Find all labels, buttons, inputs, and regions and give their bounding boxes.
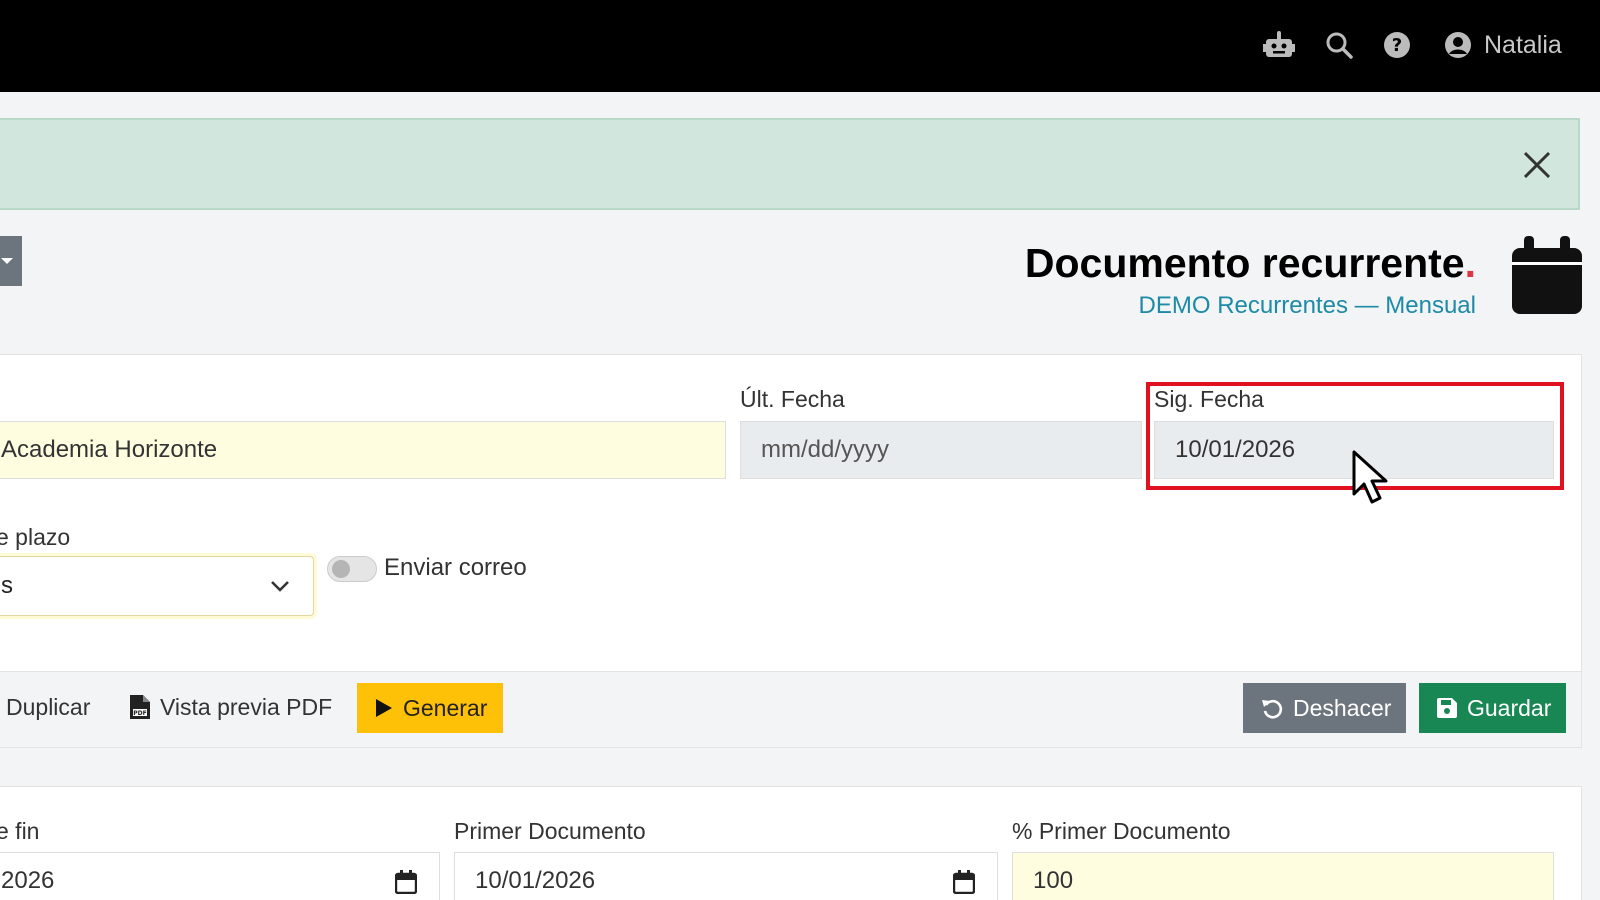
plazo-select-value: s: [1, 572, 13, 599]
page-title: Documento recurrente.: [1024, 240, 1476, 286]
play-icon: [376, 699, 392, 717]
file-pdf-icon: PDF: [130, 695, 150, 719]
top-navbar: ? Natalia: [0, 0, 1600, 92]
user-circle-icon: [1445, 32, 1471, 58]
pct-primer-documento-input[interactable]: 100: [1012, 852, 1554, 900]
calendar-icon: [1512, 236, 1582, 314]
save-icon: [1437, 698, 1457, 718]
user-name: Natalia: [1484, 30, 1562, 59]
fin-label: e fin: [0, 818, 40, 844]
primer-documento-input[interactable]: 10/01/2026: [454, 852, 998, 900]
ult-fecha-input[interactable]: mm/dd/yyyy: [740, 421, 1142, 479]
page-subtitle[interactable]: DEMO Recurrentes — Mensual: [1139, 292, 1476, 320]
plazo-label: e plazo: [0, 524, 71, 550]
plazo-select[interactable]: s: [0, 556, 314, 616]
enviar-correo-label: Enviar correo: [384, 554, 527, 581]
guardar-button[interactable]: Guardar: [1419, 683, 1566, 733]
robot-icon[interactable]: [1262, 28, 1296, 62]
primer-documento-label: Primer Documento: [454, 818, 646, 844]
undo-icon: [1262, 699, 1283, 719]
pct-primer-documento-label: % Primer Documento: [1012, 818, 1231, 844]
deshacer-button[interactable]: Deshacer: [1243, 683, 1406, 733]
mouse-cursor-icon: [1352, 450, 1388, 504]
sidebar-toggle-button[interactable]: [0, 236, 22, 286]
svg-text:?: ?: [1392, 35, 1402, 56]
success-alert: [0, 118, 1580, 210]
duplicar-button[interactable]: Duplicar: [0, 682, 104, 732]
user-menu[interactable]: Natalia: [1444, 26, 1562, 64]
help-icon[interactable]: ?: [1380, 28, 1414, 62]
client-input[interactable]: Academia Horizonte: [0, 421, 726, 479]
enviar-correo-toggle[interactable]: [327, 556, 377, 582]
close-icon[interactable]: [1518, 146, 1556, 184]
vista-previa-pdf-button[interactable]: PDF Vista previa PDF: [116, 682, 346, 732]
svg-text:PDF: PDF: [133, 710, 146, 717]
search-icon[interactable]: [1322, 28, 1356, 62]
ult-fecha-label: Últ. Fecha: [740, 386, 845, 412]
chevron-down-icon: [271, 581, 289, 592]
fin-date-input[interactable]: 2026: [0, 852, 440, 900]
calendar-icon[interactable]: [953, 870, 975, 894]
generar-button[interactable]: Generar: [357, 683, 503, 733]
calendar-icon[interactable]: [395, 870, 417, 894]
